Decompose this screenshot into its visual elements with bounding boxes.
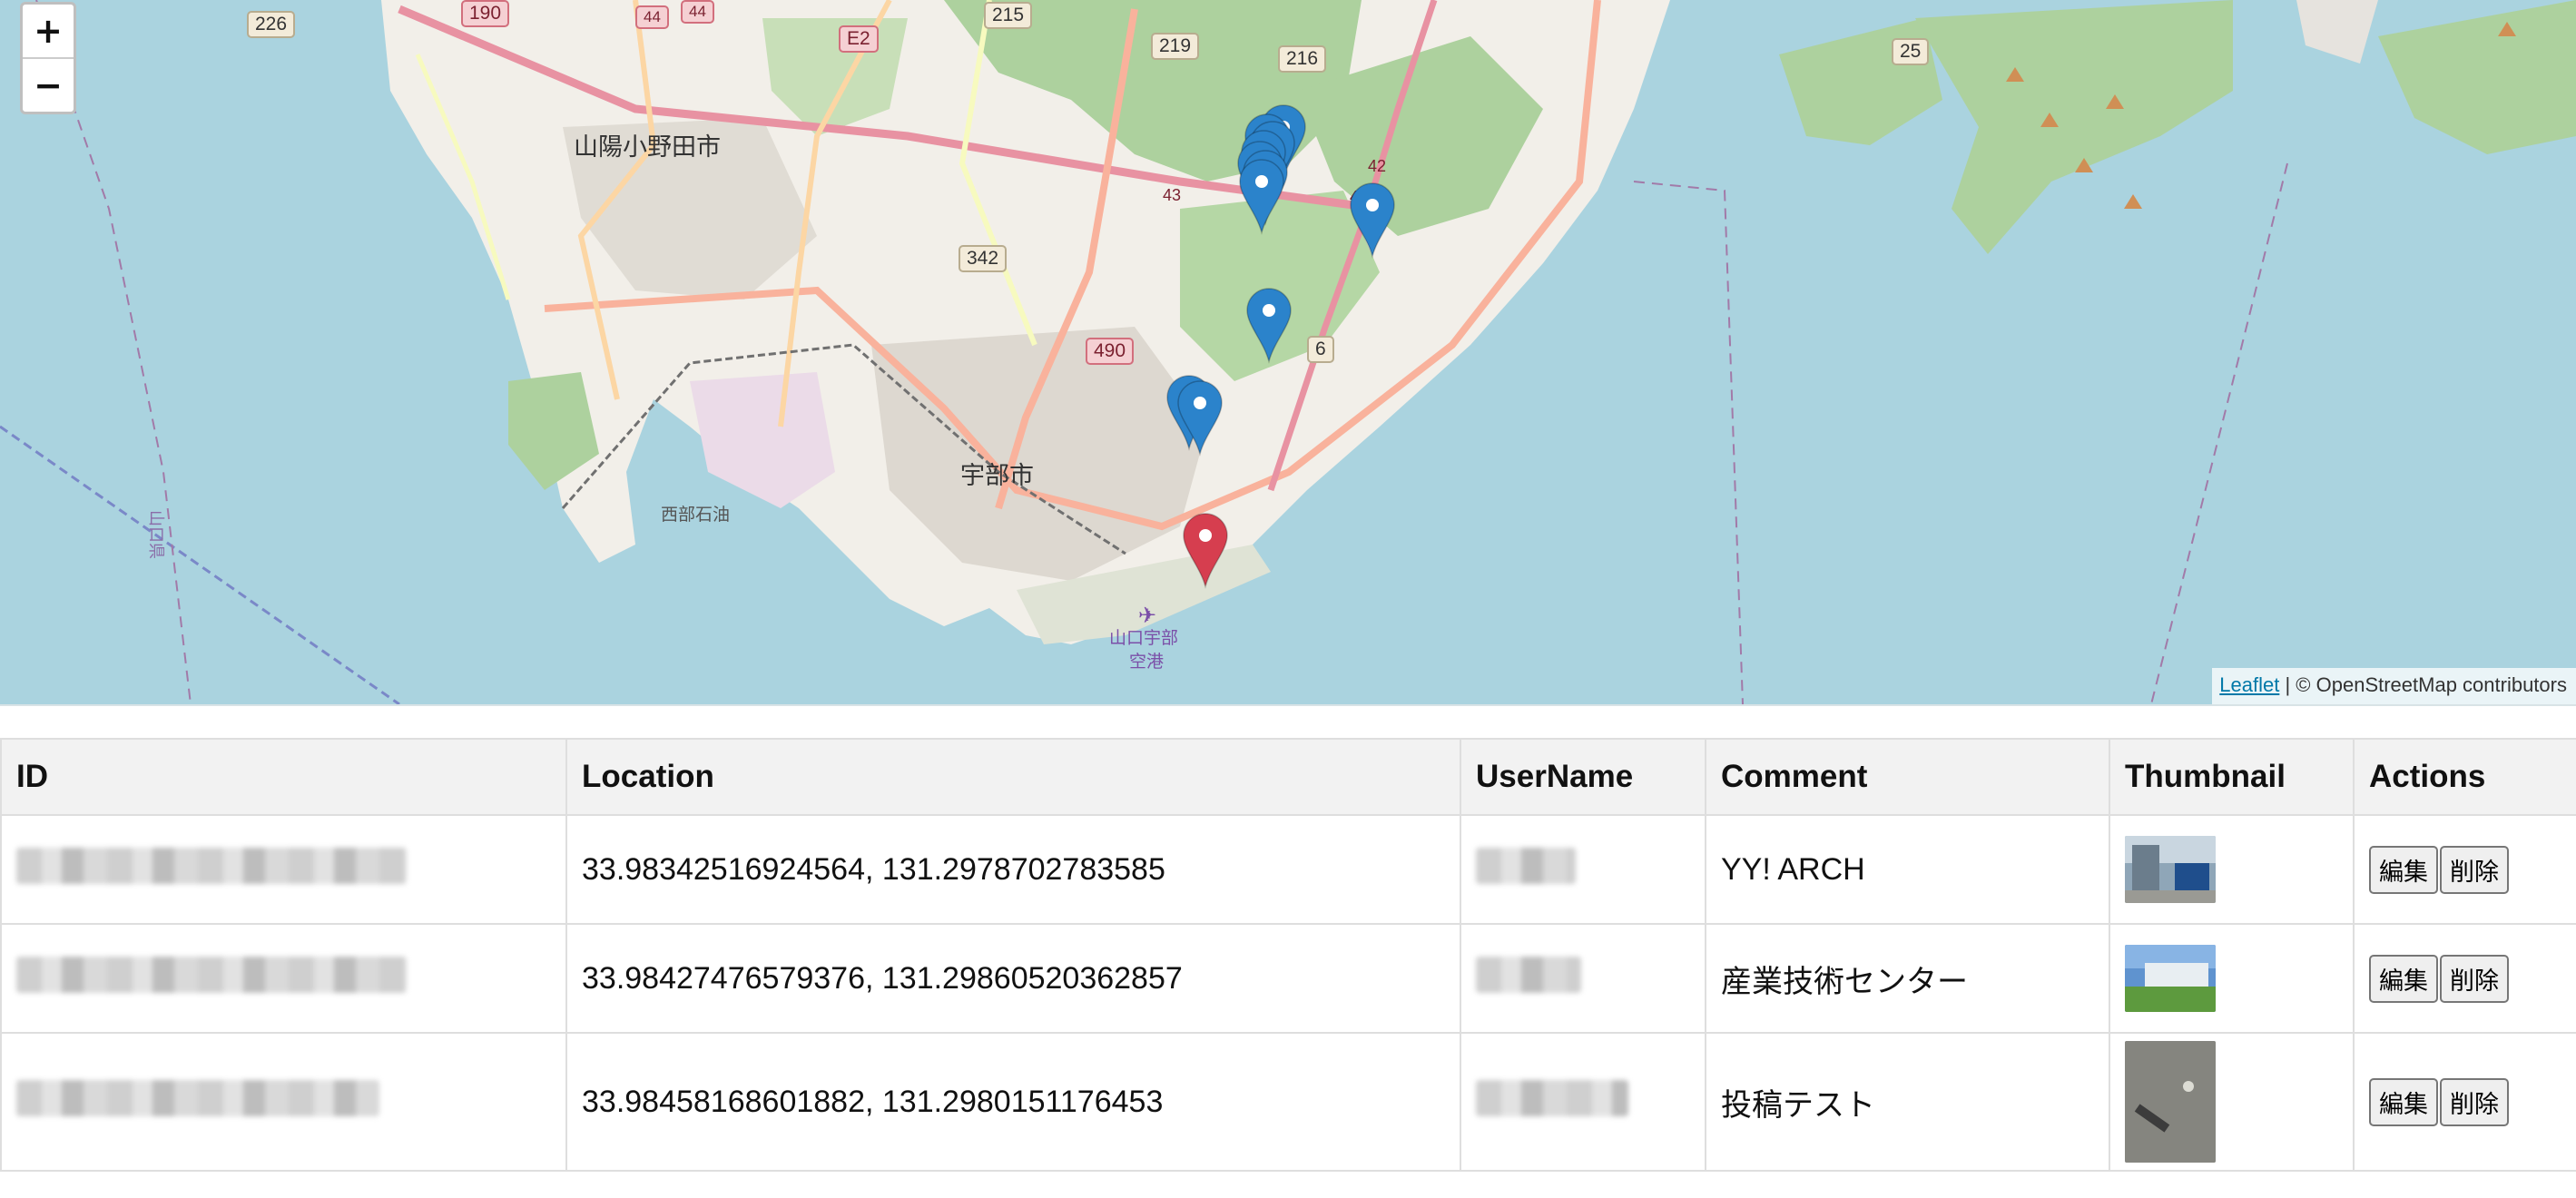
thumbnail-image[interactable] [2125,1041,2216,1163]
delete-button[interactable]: 削除 [2440,954,2509,1003]
header-thumbnail: Thumbnail [2109,738,2355,816]
map-marker[interactable] [1177,380,1223,457]
thumbnail-cell [2109,814,2355,925]
zoom-in-button[interactable]: + [23,5,74,57]
location-cell: 33.98342516924564, 131.2978702783585 [565,814,1461,925]
map-marker[interactable] [1350,182,1395,259]
location-cell: 33.98458168601882, 131.2980151176453 [565,1032,1461,1172]
edit-button[interactable]: 編集 [2369,1077,2438,1126]
username-cell [1460,923,1706,1034]
actions-cell: 編集 削除 [2353,814,2576,925]
table-row: 33.98427476579376, 131.29860520362857 産業… [0,923,2576,1034]
thumbnail-cell [2109,1032,2355,1172]
delete-button[interactable]: 削除 [2440,1077,2509,1126]
delete-button[interactable]: 削除 [2440,845,2509,894]
header-actions: Actions [2353,738,2576,816]
header-username: UserName [1460,738,1706,816]
posts-table: ID Location UserName Comment Thumbnail A… [0,738,2576,1172]
header-id: ID [0,738,567,816]
map-marker[interactable] [1246,288,1292,364]
comment-cell: 産業技術センター [1705,923,2110,1034]
comment-cell: YY! ARCH [1705,814,2110,925]
osm-attribution-text: | © OpenStreetMap contributors [2279,673,2567,696]
edit-button[interactable]: 編集 [2369,954,2438,1003]
username-cell [1460,1032,1706,1172]
map[interactable]: 山陽小野田市 宇部市 西部石油 山口宇部 空港 山口県 ✈ 226 190 44… [0,0,2576,706]
leaflet-link[interactable]: Leaflet [2219,673,2279,696]
actions-cell: 編集 削除 [2353,923,2576,1034]
redacted-username [1476,956,1581,993]
redacted-username [1476,1079,1628,1116]
redacted-username [1476,847,1576,884]
table-header-row: ID Location UserName Comment Thumbnail A… [0,738,2576,816]
thumbnail-image[interactable] [2125,945,2216,1012]
comment-cell: 投稿テスト [1705,1032,2110,1172]
id-cell [0,1032,567,1172]
thumbnail-cell [2109,923,2355,1034]
edit-button[interactable]: 編集 [2369,845,2438,894]
redacted-id [16,1079,379,1116]
header-comment: Comment [1705,738,2110,816]
redacted-id [16,956,407,993]
marker-layer [1166,104,1395,589]
map-marker[interactable] [1239,159,1284,235]
red-map-marker[interactable] [1183,513,1228,589]
actions-cell: 編集 削除 [2353,1032,2576,1172]
table-row: 33.98342516924564, 131.2978702783585 YY!… [0,814,2576,925]
username-cell [1460,814,1706,925]
id-cell [0,814,567,925]
header-location: Location [565,738,1461,816]
location-cell: 33.98427476579376, 131.29860520362857 [565,923,1461,1034]
zoom-control: + − [20,2,76,114]
posts-table-container: ID Location UserName Comment Thumbnail A… [0,738,2576,1172]
table-row: 33.98458168601882, 131.2980151176453 投稿テ… [0,1032,2576,1172]
map-attribution: Leaflet | © OpenStreetMap contributors [2212,668,2576,704]
id-cell [0,923,567,1034]
redacted-id [16,847,407,884]
thumbnail-image[interactable] [2125,836,2216,903]
zoom-out-button[interactable]: − [23,57,74,112]
